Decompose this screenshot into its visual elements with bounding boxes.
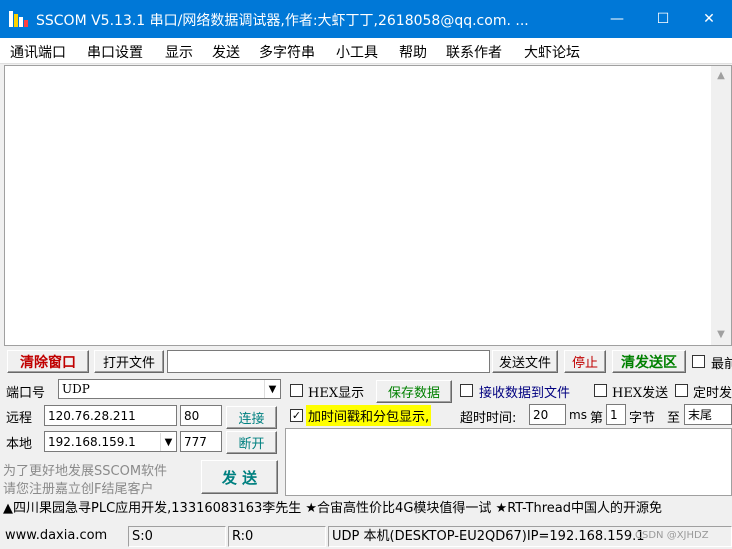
clear-send-button[interactable]: 清发送区 xyxy=(612,350,686,373)
end-value: 末尾 xyxy=(688,408,713,422)
promo-line-2: 请您注册嘉立创F结尾客户 xyxy=(3,482,154,497)
status-received-count: R:0 xyxy=(228,526,326,547)
timestamp-checkbox[interactable]: ✓ xyxy=(290,409,303,422)
app-icon xyxy=(9,11,28,27)
remote-label: 远程 xyxy=(6,411,33,426)
status-bar: www.daxia.com S:0 R:0 UDP 本机(DESKTOP-EU2… xyxy=(0,523,732,549)
menu-display[interactable]: 显示 xyxy=(165,42,193,62)
chevron-down-icon[interactable]: ▼ xyxy=(264,380,280,398)
remote-ip-input[interactable]: 120.76.28.211 xyxy=(44,405,177,426)
stop-button[interactable]: 停止 xyxy=(564,350,606,373)
local-ip-value: 192.168.159.1 xyxy=(48,434,136,449)
window-title: SSCOM V5.13.1 串口/网络数据调试器,作者:大虾丁丁,2618058… xyxy=(36,13,529,29)
local-ip-select[interactable]: 192.168.159.1 ▼ xyxy=(44,431,177,452)
promo-line-1: 为了更好地发展SSCOM软件 xyxy=(3,464,168,479)
byte-index-input[interactable]: 1 xyxy=(606,404,626,425)
byte-prefix-label: 第 xyxy=(590,411,604,426)
status-sent-count: S:0 xyxy=(128,526,226,547)
menu-bar: 通讯端口 串口设置 显示 发送 多字符串 小工具 帮助 联系作者 大虾论坛 xyxy=(0,38,732,64)
hex-send-label: HEX发送 xyxy=(612,386,669,401)
local-label: 本地 xyxy=(6,437,33,452)
connect-button[interactable]: 连接 xyxy=(226,406,277,429)
menu-serial-settings[interactable]: 串口设置 xyxy=(87,42,143,62)
news-ticker[interactable]: ▲四川果园急寻PLC应用开发,13316083163李先生 ★合宙高性价比4G模… xyxy=(0,498,732,520)
topmost-checkbox[interactable] xyxy=(692,355,705,368)
timed-send-label: 定时发 xyxy=(693,386,732,401)
port-label: 端口号 xyxy=(6,386,46,401)
status-site[interactable]: www.daxia.com xyxy=(2,526,126,547)
recv-to-file-label: 接收数据到文件 xyxy=(479,386,571,401)
title-bar: SSCOM V5.13.1 串口/网络数据调试器,作者:大虾丁丁,2618058… xyxy=(0,0,732,38)
maximize-button[interactable]: ☐ xyxy=(640,0,686,38)
timeout-label: 超时时间: xyxy=(460,411,517,426)
hex-send-checkbox[interactable] xyxy=(594,384,607,397)
recv-to-file-checkbox[interactable] xyxy=(460,384,473,397)
timestamp-label: 加时间戳和分包显示, xyxy=(306,405,432,426)
close-button[interactable]: ✕ xyxy=(686,0,732,38)
to-label: 至 xyxy=(667,411,681,426)
disconnect-button[interactable]: 断开 xyxy=(226,431,277,454)
ms-label: ms xyxy=(569,408,587,422)
receive-area[interactable] xyxy=(4,65,732,346)
menu-comm-port[interactable]: 通讯端口 xyxy=(10,42,66,62)
end-select[interactable]: 末尾 xyxy=(684,404,732,425)
timeout-input[interactable]: 20 xyxy=(529,404,566,425)
chevron-down-icon[interactable]: ▼ xyxy=(160,433,176,451)
topmost-label: 最前 xyxy=(711,357,732,372)
hex-display-label: HEX显示 xyxy=(308,386,365,401)
menu-send[interactable]: 发送 xyxy=(212,42,240,62)
scroll-down-icon[interactable]: ▼ xyxy=(711,326,731,343)
port-value: UDP xyxy=(62,382,90,396)
send-input[interactable] xyxy=(285,428,732,496)
menu-multi-string[interactable]: 多字符串 xyxy=(259,42,315,62)
minimize-button[interactable]: — xyxy=(594,0,640,38)
menu-forum[interactable]: 大虾论坛 xyxy=(524,42,580,62)
byte-label: 字节 xyxy=(629,411,656,426)
remote-port-input[interactable]: 80 xyxy=(180,405,222,426)
menu-tools[interactable]: 小工具 xyxy=(336,42,378,62)
timed-send-checkbox[interactable] xyxy=(675,384,688,397)
clear-window-button[interactable]: 清除窗口 xyxy=(7,350,89,373)
save-data-button[interactable]: 保存数据 xyxy=(376,380,452,403)
send-file-button[interactable]: 发送文件 xyxy=(492,350,558,373)
open-file-button[interactable]: 打开文件 xyxy=(94,350,164,373)
file-path-input[interactable] xyxy=(167,350,490,373)
send-button[interactable]: 发 送 xyxy=(201,460,278,494)
scroll-up-icon[interactable]: ▲ xyxy=(711,67,731,84)
receive-scrollbar[interactable]: ▲ ▼ xyxy=(711,66,731,345)
local-port-input[interactable]: 777 xyxy=(180,431,222,452)
port-select[interactable]: UDP ▼ xyxy=(58,379,281,399)
menu-help[interactable]: 帮助 xyxy=(399,42,427,62)
menu-contact-author[interactable]: 联系作者 xyxy=(446,42,502,62)
hex-display-checkbox[interactable] xyxy=(290,384,303,397)
watermark: CSDN @XJHDZ xyxy=(635,530,709,541)
